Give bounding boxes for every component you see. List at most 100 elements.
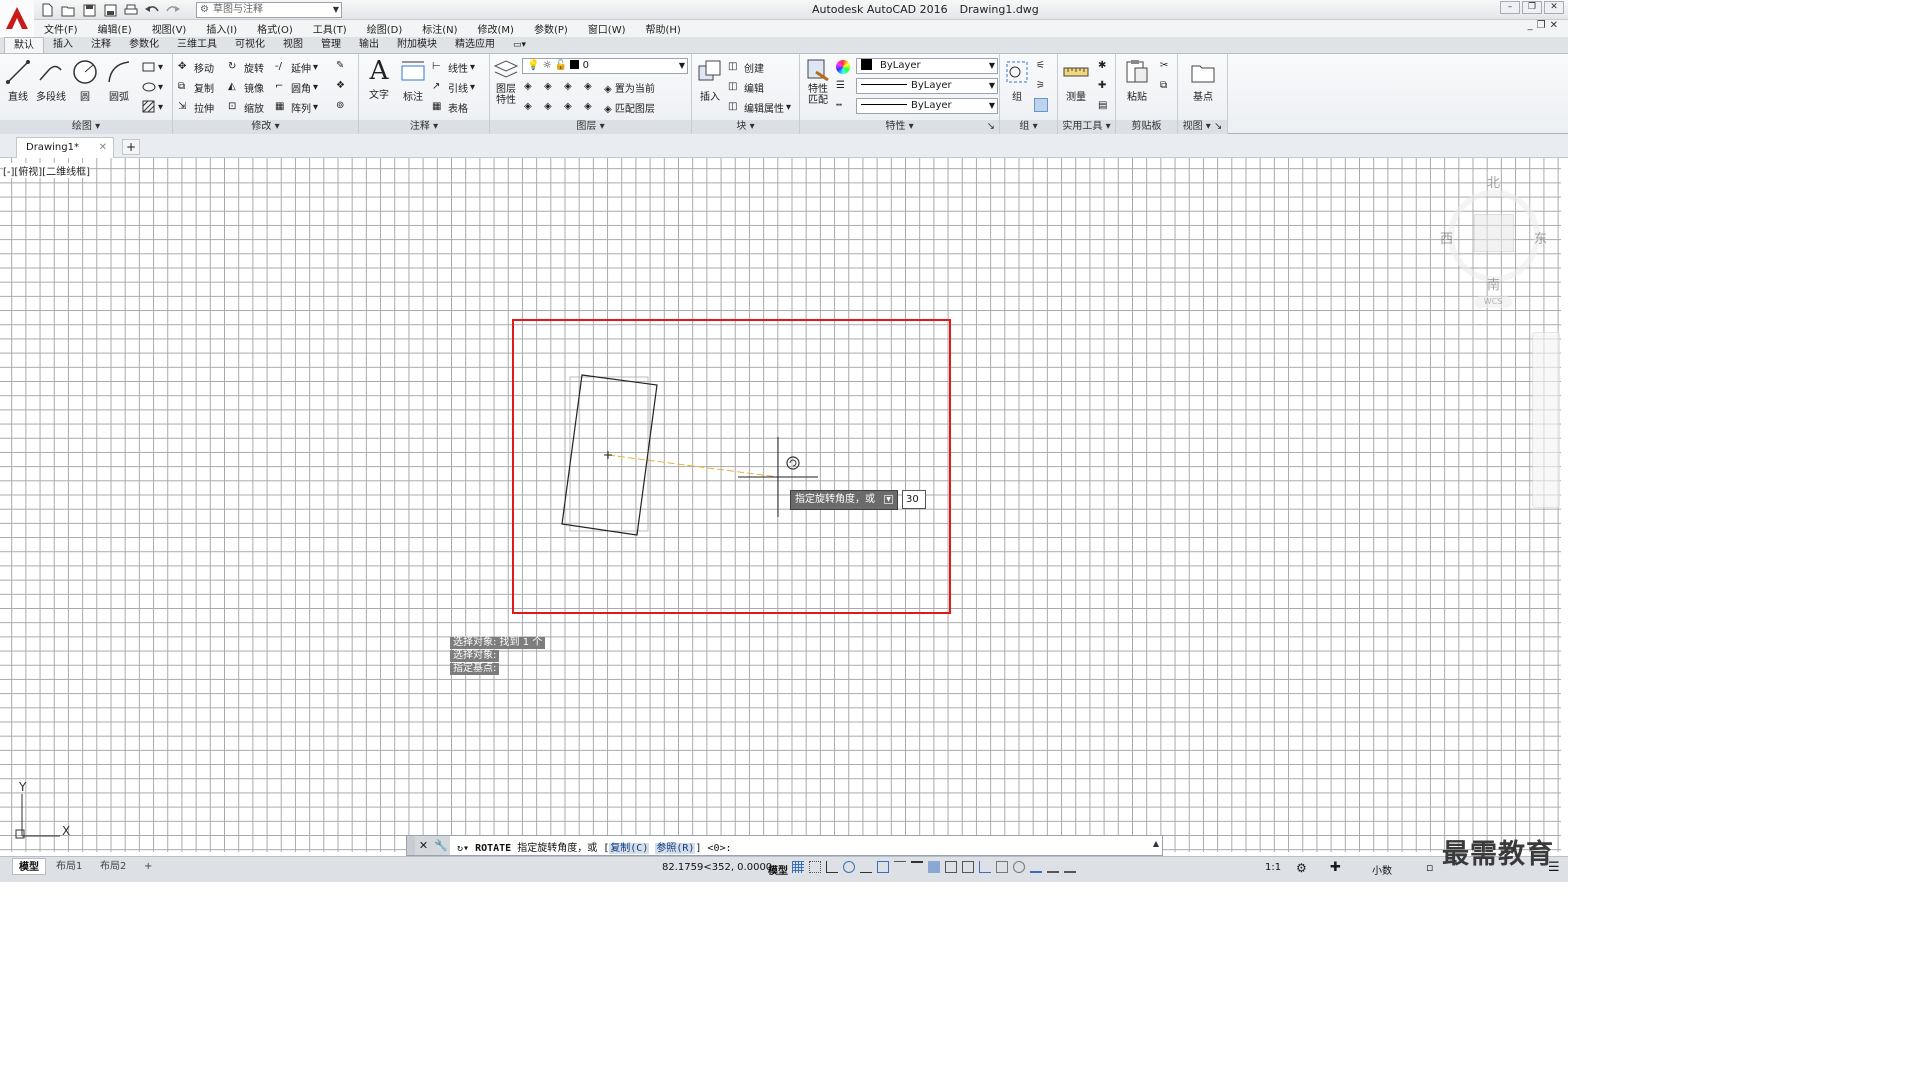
tab-parametric[interactable]: 参数化 <box>120 37 168 53</box>
restore-button[interactable]: ❐ <box>1522 1 1542 14</box>
print-icon[interactable] <box>122 2 140 18</box>
trim-tool[interactable]: -/延伸 ▾ <box>275 60 318 76</box>
compass-south[interactable]: 南 <box>1487 274 1500 293</box>
linear-dim-tool[interactable]: ⊢ 线性 ▾ <box>432 60 475 76</box>
copy-clip-button[interactable]: ⧉ <box>1160 80 1174 94</box>
menu-draw[interactable]: 绘图(D) <box>357 21 413 36</box>
set-current-button[interactable]: ◈ 置为当前 <box>604 80 655 95</box>
snap-icon[interactable] <box>809 861 821 873</box>
layer-unlock-icon[interactable]: ◈ <box>584 101 598 115</box>
3d-osnap-icon[interactable] <box>962 861 974 873</box>
compass-east[interactable]: 东 <box>1534 228 1547 247</box>
undo-icon[interactable] <box>143 2 161 18</box>
layer-dropdown[interactable]: 💡 ☼ 🔓 0 ▼ <box>522 58 688 74</box>
save-icon[interactable] <box>80 2 98 18</box>
save-as-icon[interactable] <box>101 2 119 18</box>
auto-scale-icon[interactable] <box>1047 861 1059 873</box>
group-select-button[interactable] <box>1034 98 1048 112</box>
tab-insert[interactable]: 插入 <box>44 37 82 53</box>
tab-featured-apps[interactable]: 精选应用 <box>446 37 504 53</box>
offset-tool[interactable]: ⊚ <box>336 100 350 114</box>
command-line[interactable]: ✕ 🔧 ↻▾ ROTATE 指定旋转角度，或 [复制(C) 参照(R)] <0>… <box>406 835 1163 856</box>
tab-annotate[interactable]: 注释 <box>82 37 120 53</box>
circle-tool[interactable]: 圆 <box>70 58 100 103</box>
add-layout-button[interactable]: + <box>138 858 158 875</box>
scale-tool[interactable]: ⊡ 缩放 <box>228 100 264 116</box>
lineweight-dropdown[interactable]: ByLayer ▼ <box>856 78 998 94</box>
isodraft-icon[interactable] <box>860 861 872 873</box>
hatch-tool[interactable]: ▾ <box>142 100 163 114</box>
insert-block-tool[interactable]: 插入 <box>696 58 724 103</box>
group-edit-button[interactable]: ⚞ <box>1036 80 1050 94</box>
transparency-icon[interactable] <box>928 861 940 873</box>
layer-off-icon[interactable]: ◈ <box>524 81 538 95</box>
selection-filter-icon[interactable] <box>996 861 1008 873</box>
menu-parametric[interactable]: 参数(P) <box>524 21 578 36</box>
annotation-monitor-icon[interactable]: ✚ <box>1330 860 1341 875</box>
dialog-launcher-icon[interactable]: ↘ <box>987 120 995 134</box>
panel-block-title[interactable]: 块 ▾ <box>692 120 799 134</box>
menu-dimension[interactable]: 标注(N) <box>412 21 467 36</box>
tab-output[interactable]: 输出 <box>350 37 388 53</box>
panel-groups-title[interactable]: 组 ▾ <box>1000 120 1057 134</box>
reference-option[interactable]: 参照(R) <box>655 843 696 854</box>
viewcube[interactable]: 北 西 东 南 WCS <box>1430 168 1555 313</box>
menu-help[interactable]: 帮助(H) <box>636 21 691 36</box>
viewcube-top-face[interactable] <box>1474 214 1514 252</box>
rectangle-tool[interactable]: ▾ <box>142 60 163 74</box>
group-tool[interactable]: 组 <box>1003 58 1031 103</box>
menu-tools[interactable]: 工具(T) <box>303 21 357 36</box>
arc-tool[interactable]: 圆弧 <box>104 58 134 103</box>
close-tab-icon[interactable]: ✕ <box>99 138 107 158</box>
object-track-icon[interactable] <box>894 861 906 873</box>
grid-icon[interactable] <box>792 861 804 873</box>
layer-properties-tool[interactable]: 图层 特性 <box>492 58 520 106</box>
layer-lock-icon[interactable]: ◈ <box>584 81 598 95</box>
layer-thaw-icon[interactable]: ◈ <box>564 101 578 115</box>
text-tool[interactable]: A 文字 <box>365 56 393 101</box>
line-tool[interactable]: 直线 <box>4 58 32 103</box>
copy-option[interactable]: 复制(C) <box>609 843 650 854</box>
polar-icon[interactable] <box>843 861 855 873</box>
layer-freeze-icon[interactable]: ◈ <box>564 81 578 95</box>
tab-model[interactable]: 模型 <box>12 858 46 875</box>
tab-manage[interactable]: 管理 <box>312 37 350 53</box>
quick-properties-icon[interactable]: ▫ <box>1426 861 1433 874</box>
ellipse-tool[interactable]: ▾ <box>142 80 163 94</box>
wcs-menu[interactable]: WCS <box>1474 296 1512 308</box>
coordinate-display[interactable]: 82.1759<352, 0.0000 <box>662 862 772 873</box>
menu-file[interactable]: 文件(F) <box>34 21 88 36</box>
array-tool[interactable]: ▦ 阵列 ▾ <box>275 100 318 116</box>
dimension-tool[interactable]: 标注 <box>399 58 427 103</box>
drag-handle[interactable] <box>407 836 415 855</box>
mirror-tool[interactable]: ◭ 镜像 <box>228 80 264 96</box>
panel-annotation-title[interactable]: 注释 ▾ <box>359 120 489 134</box>
tab-3d-tools[interactable]: 三维工具 <box>168 37 226 53</box>
layer-isolate-icon[interactable]: ◈ <box>544 81 558 95</box>
annotation-scale[interactable]: 1:1 <box>1265 862 1281 873</box>
panel-clipboard-title[interactable]: 剪贴板 <box>1116 120 1177 134</box>
ungroup-button[interactable]: ⚟ <box>1036 60 1050 74</box>
model-space-toggle[interactable]: 模型 <box>768 862 788 877</box>
edit-block-tool[interactable]: ◫ 编辑 <box>728 80 764 96</box>
tab-addins[interactable]: 附加模块 <box>388 37 446 53</box>
erase-tool[interactable]: ✎ <box>336 60 350 74</box>
menu-window[interactable]: 窗口(W) <box>578 21 636 36</box>
workspace-dropdown[interactable]: ⚙ 草图与注释 ▼ <box>196 2 342 18</box>
ribbon-toggle-button[interactable]: ▭▾ <box>504 37 535 53</box>
fillet-tool[interactable]: ⌐ 圆角 ▾ <box>275 80 318 96</box>
document-window-controls[interactable]: _❐✕ <box>1528 20 1562 31</box>
options-arrow-icon[interactable]: ▼ <box>884 495 893 504</box>
menu-format[interactable]: 格式(O) <box>247 21 303 36</box>
angle-input[interactable]: 30 <box>902 490 926 509</box>
stretch-tool[interactable]: ⇲ 拉伸 <box>178 100 214 116</box>
leader-tool[interactable]: ↗ 引线 ▾ <box>432 80 475 96</box>
rotate-tool[interactable]: ↻ 旋转 <box>228 60 264 76</box>
table-tool[interactable]: ▦ 表格 <box>432 100 468 116</box>
base-view-tool[interactable]: 基点 <box>1188 58 1218 103</box>
menu-modify[interactable]: 修改(M) <box>468 21 524 36</box>
ortho-icon[interactable] <box>826 861 838 873</box>
navigation-bar[interactable] <box>1532 332 1560 508</box>
linetype-dropdown[interactable]: ByLayer ▼ <box>856 98 998 114</box>
panel-view-title[interactable]: 视图 ▾ ↘ <box>1178 120 1227 134</box>
